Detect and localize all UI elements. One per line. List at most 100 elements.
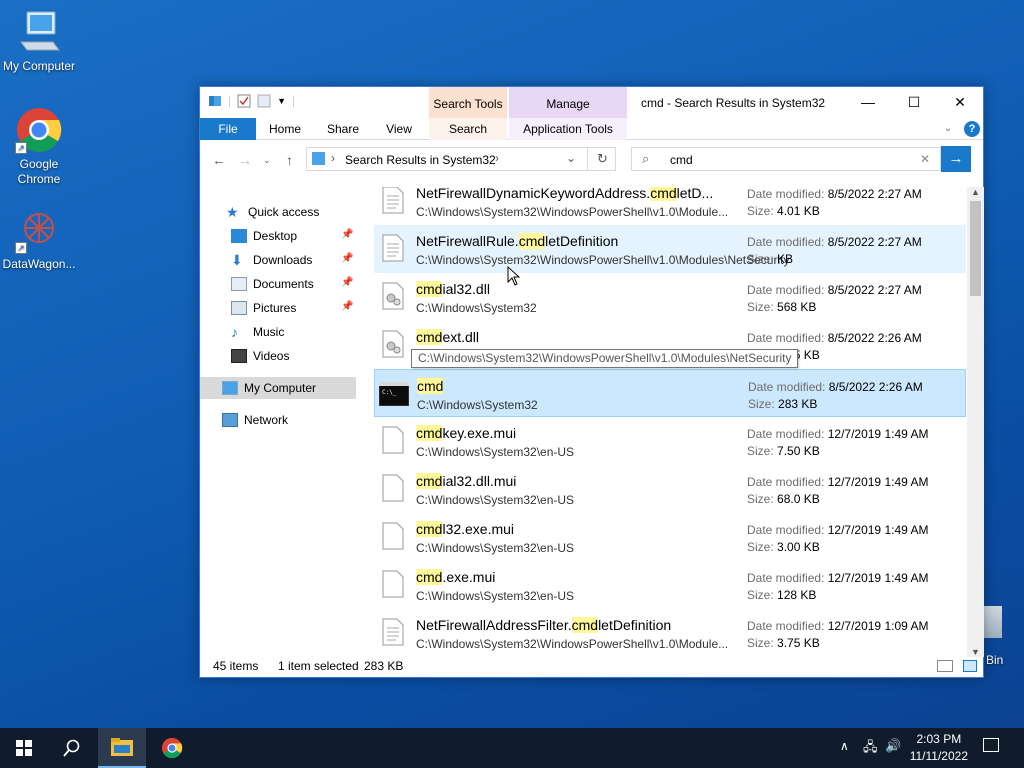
search-input[interactable]: cmd — [670, 153, 693, 167]
large-icons-view-icon[interactable] — [963, 660, 977, 672]
scrollbar-thumb[interactable] — [970, 201, 981, 296]
computer-icon — [15, 8, 63, 56]
file-name: cmdial32.dll — [416, 281, 490, 297]
address-bar[interactable]: › Search Results in System32 › ⌄ ↻ — [306, 147, 616, 171]
file-name-part: letD... — [676, 187, 714, 201]
document-icon — [382, 618, 404, 646]
show-hidden-icons-chevron-icon[interactable]: ∧ — [840, 739, 849, 753]
date-modified-value: 12/7/2019 1:49 AM — [827, 475, 929, 489]
network-status-icon[interactable]: 🖧 — [863, 738, 878, 760]
size-value: 4.01 KB — [777, 204, 820, 218]
sidebar-item-desktop[interactable]: Desktop — [231, 225, 297, 247]
file-path: C:\Windows\System32\en-US — [416, 541, 575, 555]
help-icon[interactable]: ? — [964, 121, 980, 137]
breadcrumb-chevron-icon: › — [495, 151, 499, 165]
file-row[interactable]: cmdial32.dll C:\Windows\System32 Date modi… — [374, 273, 966, 321]
file-row[interactable]: cmdkey.exe.mui C:\Windows\System32\en-US D… — [374, 417, 966, 465]
search-results-list[interactable]: NetFirewallDynamicKeywordAddress.cmdletD… — [374, 187, 966, 657]
forward-arrow-icon[interactable]: → — [238, 152, 252, 168]
tab-application-tools[interactable]: Application Tools — [509, 118, 627, 140]
sidebar-item-downloads[interactable]: ⬇ Downloads — [231, 249, 312, 271]
clock-time: 2:03 PM — [916, 732, 962, 746]
vertical-scrollbar[interactable]: ▲ ▼ — [967, 187, 984, 657]
volume-icon[interactable]: 🔊 — [885, 738, 901, 754]
tab-share[interactable]: Share — [318, 118, 368, 140]
close-button[interactable]: ✕ — [937, 87, 983, 118]
pin-icon: 📌 — [341, 229, 354, 240]
breadcrumb-search-results[interactable]: Search Results in System32 — [345, 153, 496, 167]
tab-search[interactable]: Search — [429, 118, 507, 140]
title-bar[interactable]: | ▼ | Search Tools Manage cmd - Search R… — [200, 87, 983, 118]
customize-qat-chevron-icon[interactable]: ▼ — [277, 96, 286, 106]
details-view-icon[interactable] — [937, 660, 953, 672]
sidebar-item-documents[interactable]: Documents — [231, 273, 314, 295]
chrome-icon: ↗ — [15, 106, 63, 154]
search-button[interactable] — [48, 728, 96, 768]
minimize-button[interactable]: — — [845, 87, 891, 118]
computer-icon — [222, 381, 238, 395]
taskbar-file-explorer[interactable] — [98, 728, 146, 768]
search-match-highlight: cmd — [416, 521, 443, 537]
date-modified-value: 8/5/2022 2:27 AM — [827, 283, 922, 297]
taskbar: ∧ 🖧 🔊 2:03 PM 11/11/2022 — [0, 728, 1024, 768]
date-modified: Date modified: 12/7/2019 1:49 AM — [747, 475, 928, 489]
date-modified: Date modified: 12/7/2019 1:09 AM — [747, 619, 928, 633]
properties-icon[interactable] — [237, 94, 251, 108]
datawagon-icon: ↗ — [15, 206, 63, 254]
search-box[interactable]: ⌕ cmd ✕ — [631, 147, 941, 171]
blank-file-icon — [382, 570, 404, 598]
selection-size: 283 KB — [364, 659, 404, 673]
desktop-icon-google-chrome[interactable]: ↗ Google Chrome — [0, 106, 78, 187]
refresh-icon[interactable]: ↻ — [597, 151, 608, 167]
sidebar-item-music[interactable]: ♪ Music — [231, 321, 284, 343]
separator — [587, 148, 588, 170]
taskbar-chrome[interactable] — [148, 728, 196, 768]
blank-file-icon — [382, 474, 404, 502]
maximize-button[interactable]: ☐ — [891, 87, 937, 118]
sidebar-item-my-computer[interactable]: My Computer — [200, 377, 356, 399]
file-name-part: ial32.dll.mui — [442, 473, 517, 489]
desktop-icon-my-computer[interactable]: My Computer — [0, 8, 78, 74]
desktop-folder-icon — [231, 229, 247, 243]
scroll-up-icon[interactable]: ▲ — [971, 187, 980, 197]
start-button[interactable] — [0, 728, 48, 768]
recent-locations-chevron-icon[interactable]: ⌄ — [263, 155, 271, 166]
address-dropdown-icon[interactable]: ⌄ — [566, 151, 576, 165]
clear-search-icon[interactable]: ✕ — [920, 152, 930, 166]
desktop-icon-recycle-bin[interactable]: Bin — [984, 606, 1024, 667]
sidebar-item-quick-access[interactable]: ★ Quick access — [226, 201, 319, 223]
up-arrow-icon[interactable]: ↑ — [286, 152, 293, 168]
date-modified-label: Date modified: — [747, 571, 825, 585]
desktop-icon-datawagon[interactable]: ↗ DataWagon... — [0, 206, 78, 272]
back-arrow-icon[interactable]: ← — [212, 152, 226, 168]
tab-home[interactable]: Home — [260, 118, 310, 140]
search-tools-group: Search Tools — [429, 87, 507, 118]
download-icon: ⬇ — [231, 252, 243, 268]
sidebar-item-network[interactable]: Network — [222, 409, 288, 431]
file-row[interactable]: NetFirewallRule.cmdletDefinition C:\Windo… — [374, 225, 966, 273]
file-size: Size: 128 KB — [747, 588, 816, 602]
file-row[interactable]: cmd.exe.mui C:\Windows\System32\en-US Date… — [374, 561, 966, 609]
manage-group: Manage — [509, 87, 627, 118]
file-explorer-window[interactable]: | ▼ | Search Tools Manage cmd - Search R… — [199, 86, 984, 678]
size-value: 128 KB — [777, 588, 817, 602]
search-match-highlight: cmd — [571, 617, 599, 633]
selection-count: 1 item selected — [278, 659, 359, 673]
date-modified-label: Date modified: — [747, 331, 825, 345]
search-go-button[interactable]: → — [941, 146, 971, 172]
new-folder-icon[interactable] — [257, 94, 271, 108]
system-clock[interactable]: 2:03 PM 11/11/2022 — [910, 731, 968, 765]
file-name-part: l32.exe.mui — [442, 521, 515, 537]
file-row[interactable]: cmdial32.dll.mui C:\Windows\System32\en-U… — [374, 465, 966, 513]
sidebar-item-videos[interactable]: Videos — [231, 345, 289, 367]
search-icon: ⌕ — [642, 151, 650, 166]
file-row[interactable]: NetFirewallAddressFilter.cmdletDefinitio… — [374, 609, 966, 657]
tab-view[interactable]: View — [374, 118, 424, 140]
file-row[interactable]: NetFirewallDynamicKeywordAddress.cmdletD… — [374, 187, 966, 225]
notifications-icon[interactable] — [983, 738, 999, 752]
sidebar-item-pictures[interactable]: Pictures — [231, 297, 296, 319]
file-row[interactable]: cmdl32.exe.mui C:\Windows\System32\en-US D… — [374, 513, 966, 561]
tab-file[interactable]: File — [200, 118, 256, 140]
file-row[interactable]: C:\_ cmd C:\Windows\System32 Date modified:… — [374, 369, 966, 417]
expand-ribbon-chevron-icon[interactable]: ⌄ — [940, 118, 956, 140]
